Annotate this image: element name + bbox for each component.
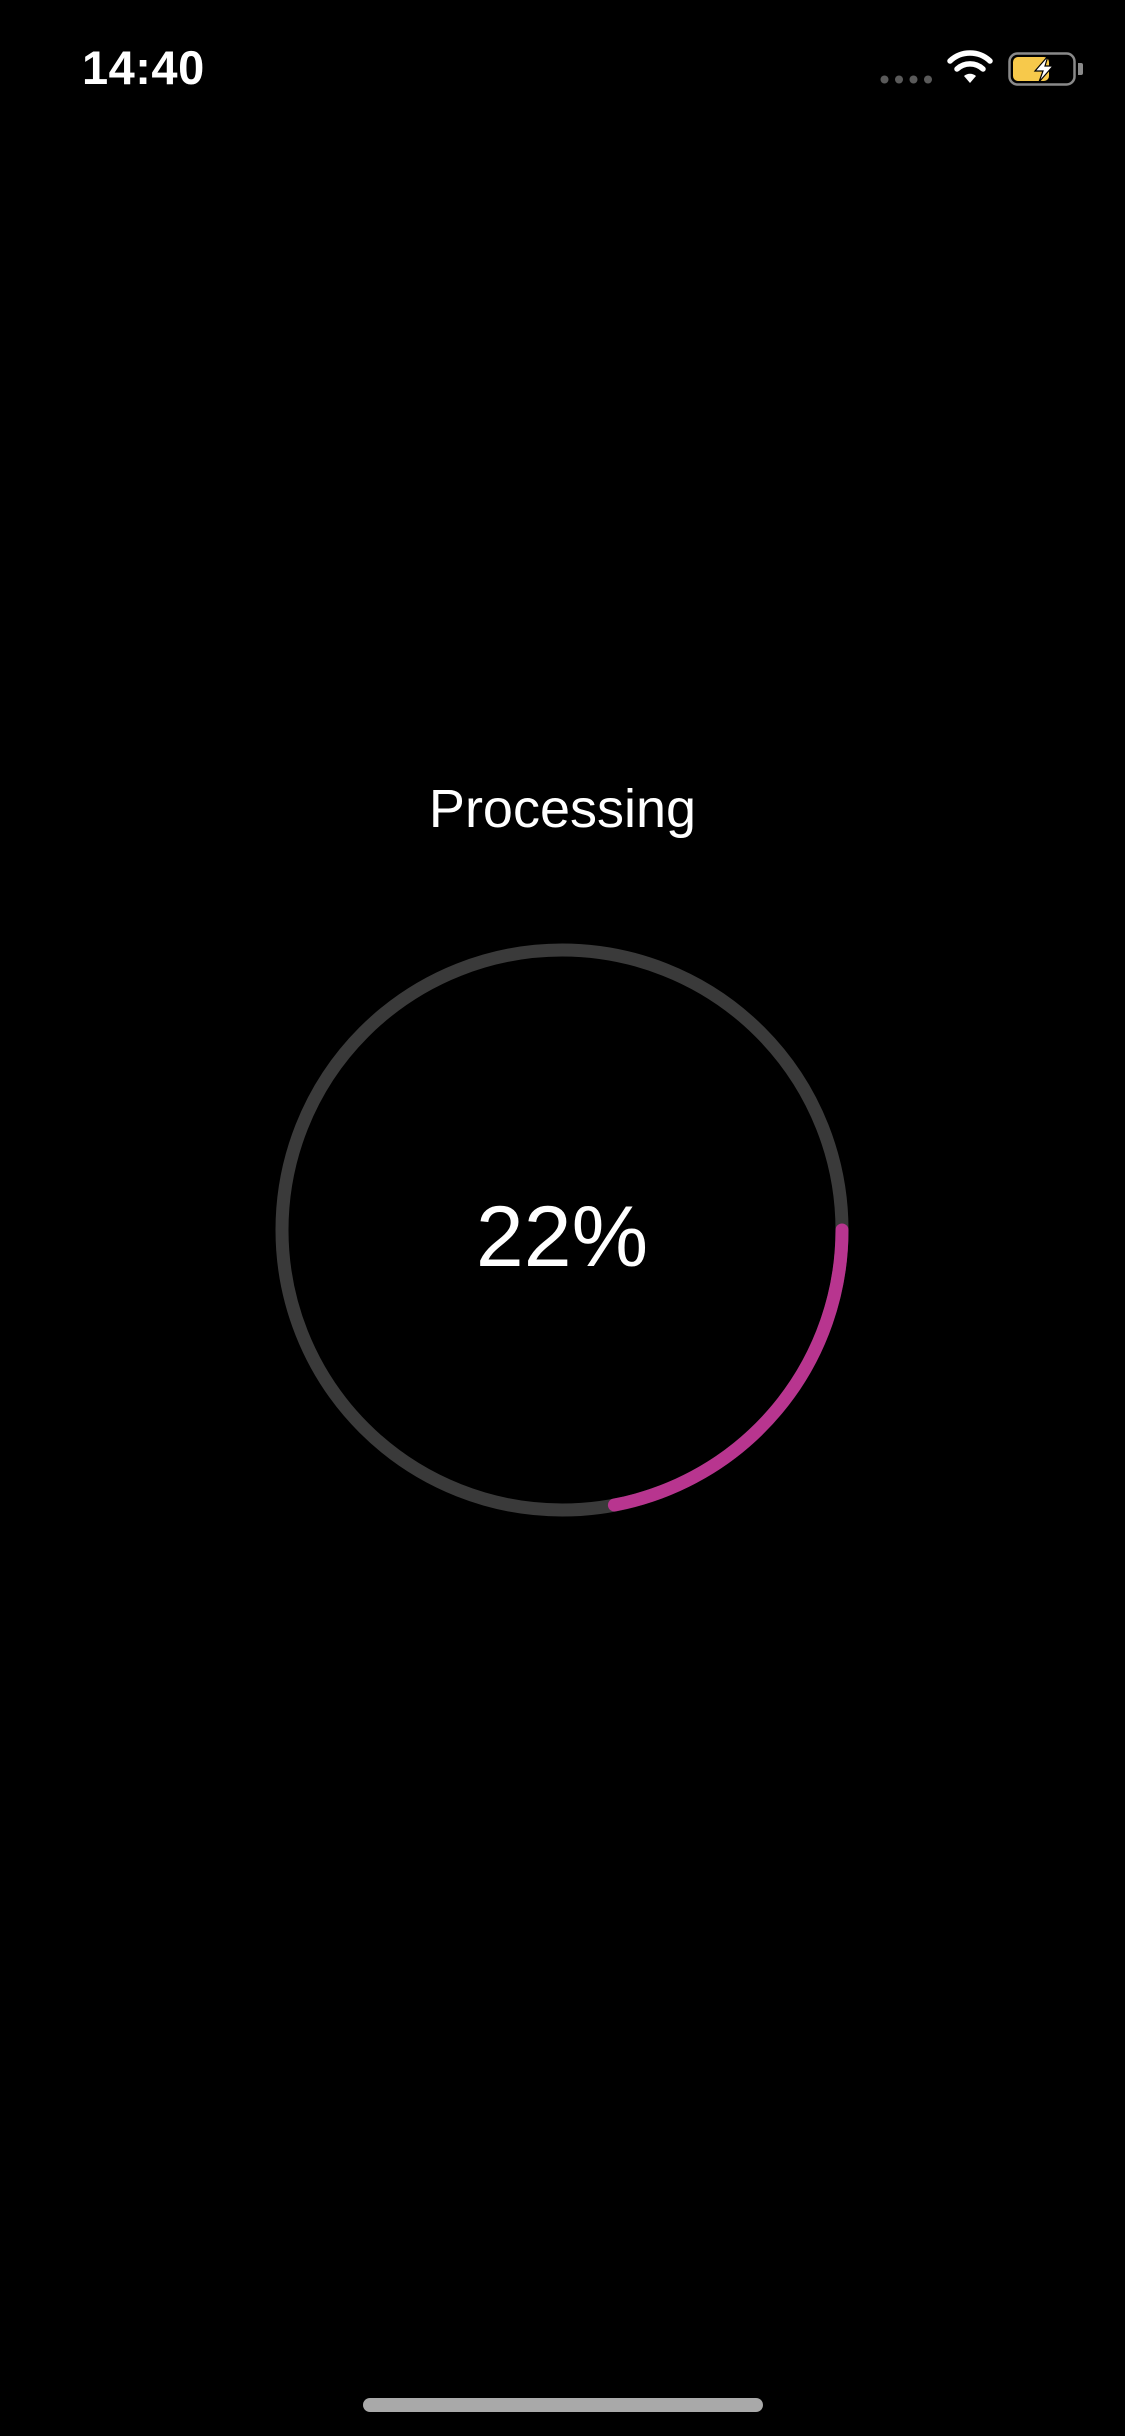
cellular-signal-icon [880,75,932,84]
home-indicator[interactable] [363,2398,763,2412]
processing-title: Processing [428,779,697,839]
progress-percentage: 22% [475,1189,649,1285]
status-time: 14:40 [82,41,205,94]
status-bar: 14:40 [0,0,1125,132]
wifi-icon [947,50,993,83]
battery-charging-icon [1008,52,1083,86]
